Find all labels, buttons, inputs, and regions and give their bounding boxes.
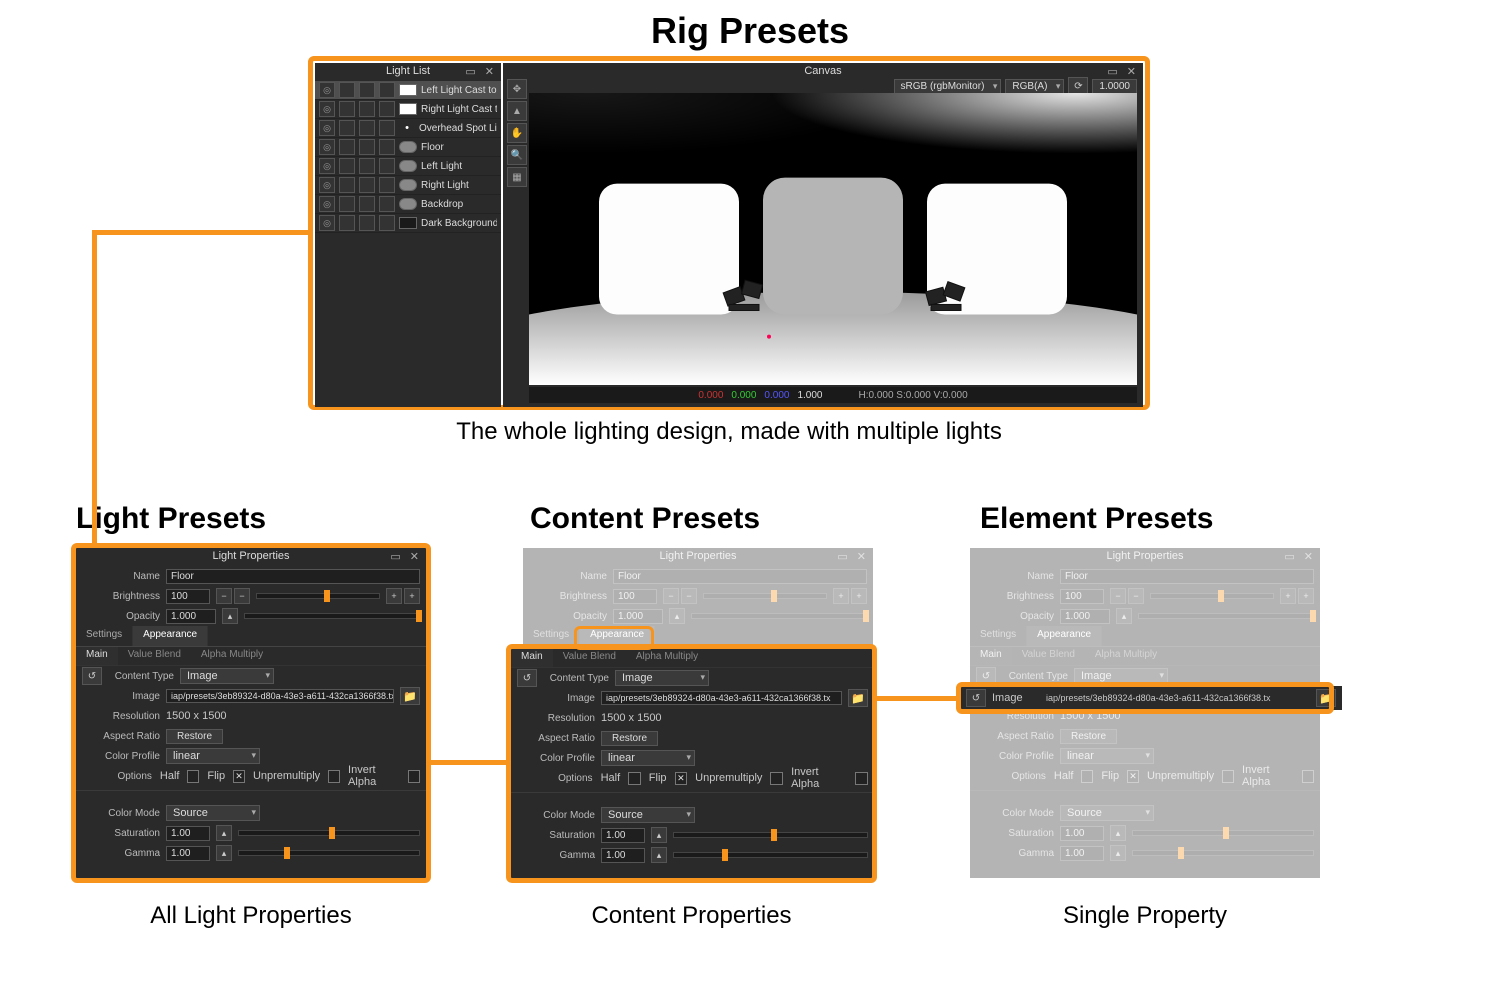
c [1302,770,1314,783]
opacity-label: Opacity [976,611,1054,622]
step: ▴ [669,608,685,624]
colormode-dropdown: Source [1060,805,1154,821]
connector [877,696,957,701]
name-label: Name [976,571,1054,582]
gamma-field: 1.00 [1060,846,1104,861]
panel-ctrl: ▭ ✕ [837,550,869,563]
slider [1138,613,1314,619]
caption-light: All Light Properties [71,902,431,930]
heading-rig: Rig Presets [0,10,1500,52]
name-label: Name [529,571,607,582]
light-row-5[interactable]: ◎Right Light [315,176,501,195]
brightness-label: Brightness [976,591,1054,602]
step: ▴ [1110,825,1126,841]
caption-content: Content Properties [506,902,877,930]
brightness-field: 100 [613,589,657,604]
caption-element: Single Property [956,902,1334,930]
tool-select-icon[interactable]: ▲ [507,101,527,121]
opacity-label: Opacity [529,611,607,622]
panel-title: Light Properties [970,550,1320,562]
caption-rig: The whole lighting design, made with mul… [308,418,1150,446]
frame-content [506,644,877,883]
tab-settings: Settings [523,626,580,646]
opacity-field: 1.000 [613,609,663,624]
tool-grid-icon[interactable]: ▦ [507,167,527,187]
exposure-value[interactable]: 1.0000 [1092,79,1137,94]
c [1081,770,1093,783]
l: Unpremultiply [1147,770,1214,782]
saturation-field: 1.00 [1060,826,1104,841]
opacity-field: 1.000 [1060,609,1110,624]
subtab-vb: Value Blend [1012,647,1085,665]
colorspace-dropdown[interactable]: sRGB (rgbMonitor) [894,79,1002,94]
contenttype-label: Content Type [1002,671,1068,682]
panel-light-list: Light List ▭ ✕ ◎Left Light Cast to Floor… [315,63,501,407]
steppers: ++ [833,588,867,604]
connector [92,230,308,235]
restore-button: Restore [1060,729,1117,744]
frame-light [71,543,431,883]
light-row-1[interactable]: ◎Right Light Cast to Floor [315,100,501,119]
slider [691,613,867,619]
panel-controls[interactable]: ▭ ✕ [465,65,497,78]
colorprofile-label: Color Profile [976,751,1054,762]
light-row-7[interactable]: ◎Dark Background [315,214,501,233]
subtab-main: Main [970,647,1012,665]
channels-dropdown[interactable]: RGB(A) [1005,79,1064,94]
c: ✕ [1127,770,1139,783]
tool-move-icon[interactable]: ✥ [507,79,527,99]
panel-canvas: Canvas ▭ ✕ sRGB (rgbMonitor) RGB(A) ⟳ 1.… [503,63,1143,407]
light-row-0[interactable]: ◎Left Light Cast to Floor [315,81,501,100]
colorprofile-dropdown: linear [1060,748,1154,764]
name-field: Floor [1060,569,1314,584]
name-field: Floor [613,569,867,584]
panel-ctrl: ▭ ✕ [1284,550,1316,563]
c [1222,770,1234,783]
frame-element [956,682,1334,714]
heading-content: Content Presets [530,502,760,536]
brightness-label: Brightness [529,591,607,602]
slider [1132,830,1314,836]
brightness-field: 100 [1060,589,1104,604]
l: Invert Alpha [1242,764,1294,788]
canvas-viewport[interactable] [529,93,1137,385]
light-list-body: ◎Left Light Cast to Floor ◎Right Light C… [315,81,501,233]
heading-light: Light Presets [76,502,266,536]
frame-rig: Light List ▭ ✕ ◎Left Light Cast to Floor… [308,56,1150,410]
colormode-label: Color Mode [976,808,1054,819]
panel-title: Light Properties [523,550,873,562]
step: ▴ [1110,845,1126,861]
step: ▴ [1116,608,1132,624]
step: ++ [1280,588,1314,604]
l: Half [1054,770,1074,782]
steppers: −− [663,588,697,604]
light-row-4[interactable]: ◎Left Light [315,157,501,176]
l: Flip [1101,770,1119,782]
canvas-side-tools: ✥ ▲ ✋ 🔍 ▦ [507,79,525,187]
aspect-label: Aspect Ratio [976,731,1054,742]
slider [703,593,827,599]
saturation-label: Saturation [976,828,1054,839]
canvas-title: Canvas [503,65,1143,77]
tab-appearance: Appearance [1027,626,1102,646]
connector [431,760,507,765]
tab-settings: Settings [970,626,1027,646]
heading-element: Element Presets [980,502,1213,536]
light-row-6[interactable]: ◎Backdrop [315,195,501,214]
connector [92,230,97,546]
step: −− [1110,588,1144,604]
light-row-2[interactable]: ◎•Overhead Spot Light [315,119,501,138]
canvas-statusbar: 0.000 0.000 0.000 1.000 H:0.000 S:0.000 … [529,387,1137,403]
slider [1150,593,1274,599]
tool-zoom-icon[interactable]: 🔍 [507,145,527,165]
slider [1132,850,1314,856]
subtab-am: Alpha Multiply [1085,647,1167,665]
tool-hand-icon[interactable]: ✋ [507,123,527,143]
options-label: Options [976,771,1046,782]
light-row-3[interactable]: ◎Floor [315,138,501,157]
gamma-label: Gamma [976,848,1054,859]
